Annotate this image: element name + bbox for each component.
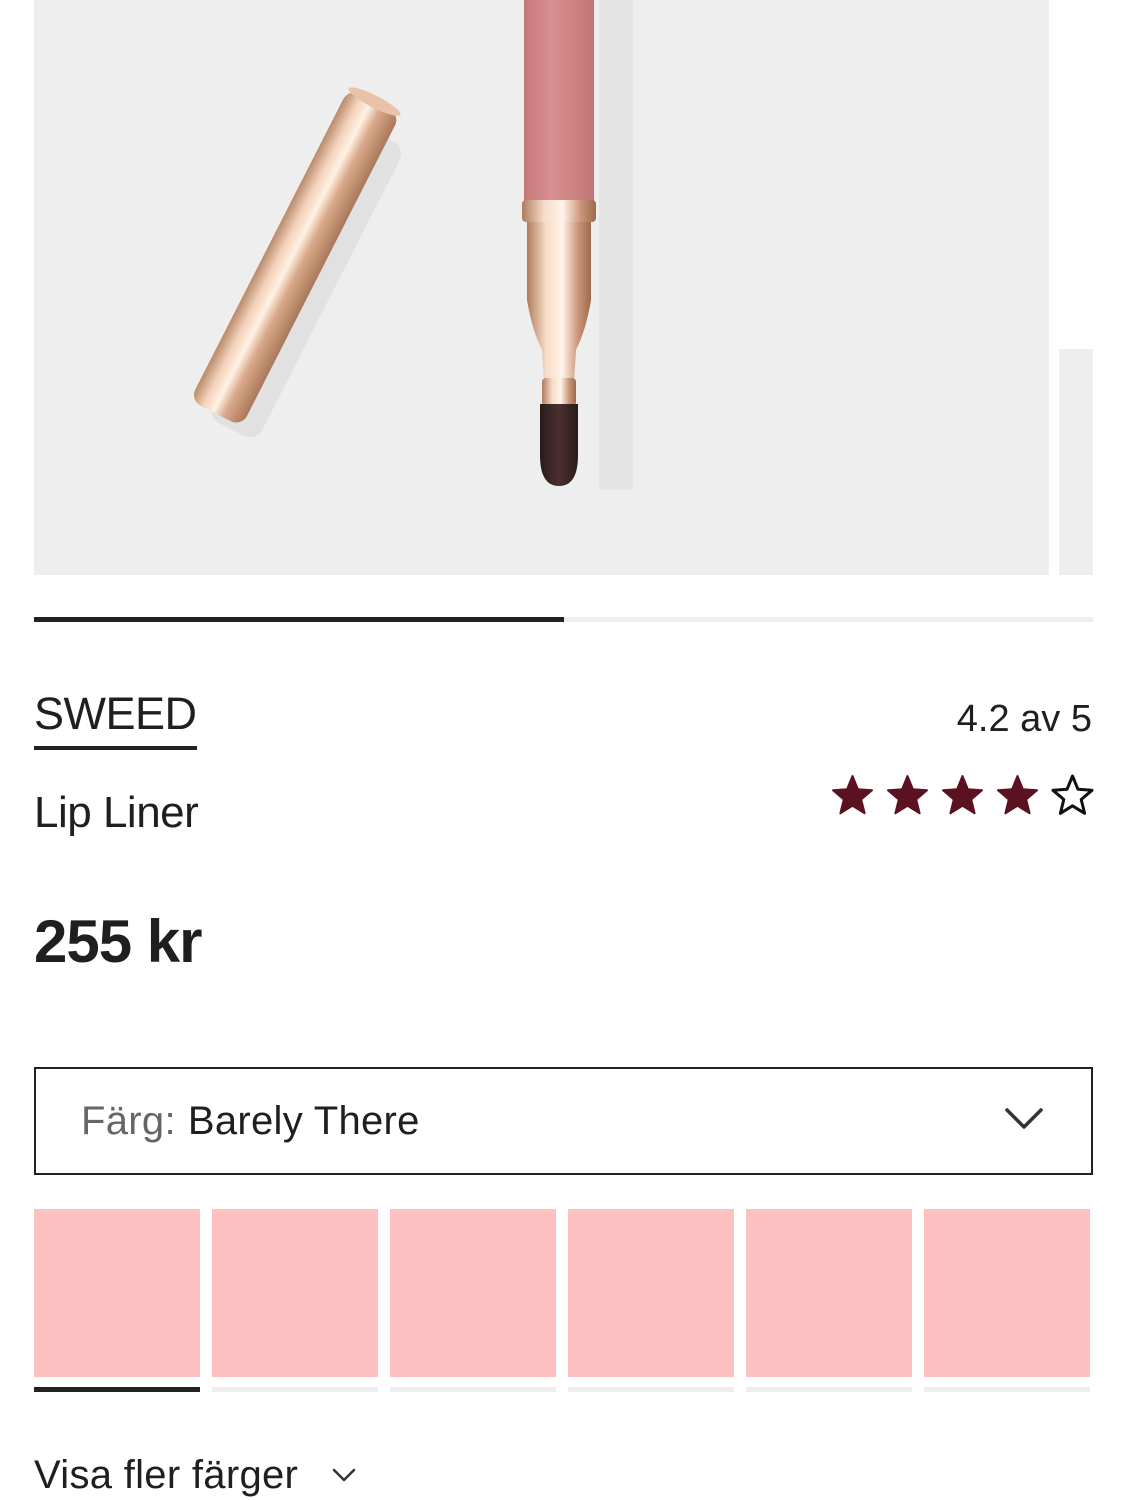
product-price: 255 kr	[34, 908, 202, 975]
swatch-indicator	[746, 1387, 912, 1392]
swatch-indicator	[568, 1387, 734, 1392]
product-page: SWEED Lip Liner 255 kr 4.2 av 5 Färg: Ba…	[0, 0, 1125, 1500]
color-swatch[interactable]	[746, 1209, 912, 1392]
swatch-chip	[746, 1209, 912, 1377]
swatch-indicator	[212, 1387, 378, 1392]
product-name: Lip Liner	[34, 788, 199, 837]
product-image-illustration	[193, 0, 633, 490]
rating-text[interactable]: 4.2 av 5	[957, 697, 1092, 741]
swatch-selected-indicator	[34, 1387, 200, 1392]
color-swatch[interactable]	[390, 1209, 556, 1392]
color-select-label: Färg:	[81, 1098, 176, 1143]
chevron-down-icon	[1005, 1108, 1043, 1129]
color-swatches	[34, 1209, 1090, 1392]
color-swatch[interactable]	[34, 1209, 200, 1392]
star-empty-icon	[1051, 774, 1094, 815]
color-swatch[interactable]	[212, 1209, 378, 1392]
swatch-chip	[568, 1209, 734, 1377]
chevron-down-icon	[332, 1468, 356, 1482]
rating-stars[interactable]	[830, 773, 1095, 818]
brand-link[interactable]: SWEED	[34, 688, 197, 750]
next-image-preview[interactable]	[1059, 349, 1093, 575]
swatch-chip	[924, 1209, 1090, 1377]
show-more-colors-label: Visa fler färger	[34, 1453, 299, 1497]
color-swatch[interactable]	[924, 1209, 1090, 1392]
color-select-dropdown[interactable]: Färg: Barely There	[34, 1067, 1093, 1175]
swatch-indicator	[924, 1387, 1090, 1392]
show-more-colors-button[interactable]: Visa fler färger	[34, 1450, 356, 1500]
gallery-progress-bar	[34, 617, 1093, 622]
swatch-chip	[390, 1209, 556, 1377]
color-swatch[interactable]	[568, 1209, 734, 1392]
star-filled-icon	[832, 775, 873, 815]
color-select-value: Barely There	[187, 1098, 420, 1143]
swatch-indicator	[390, 1387, 556, 1392]
swatch-chip	[34, 1209, 200, 1377]
swatch-chip	[212, 1209, 378, 1377]
star-filled-icon	[942, 775, 983, 815]
product-image[interactable]	[34, 0, 1049, 575]
gallery-progress-fill	[34, 617, 564, 622]
star-filled-icon	[997, 775, 1038, 815]
star-filled-icon	[887, 775, 928, 815]
